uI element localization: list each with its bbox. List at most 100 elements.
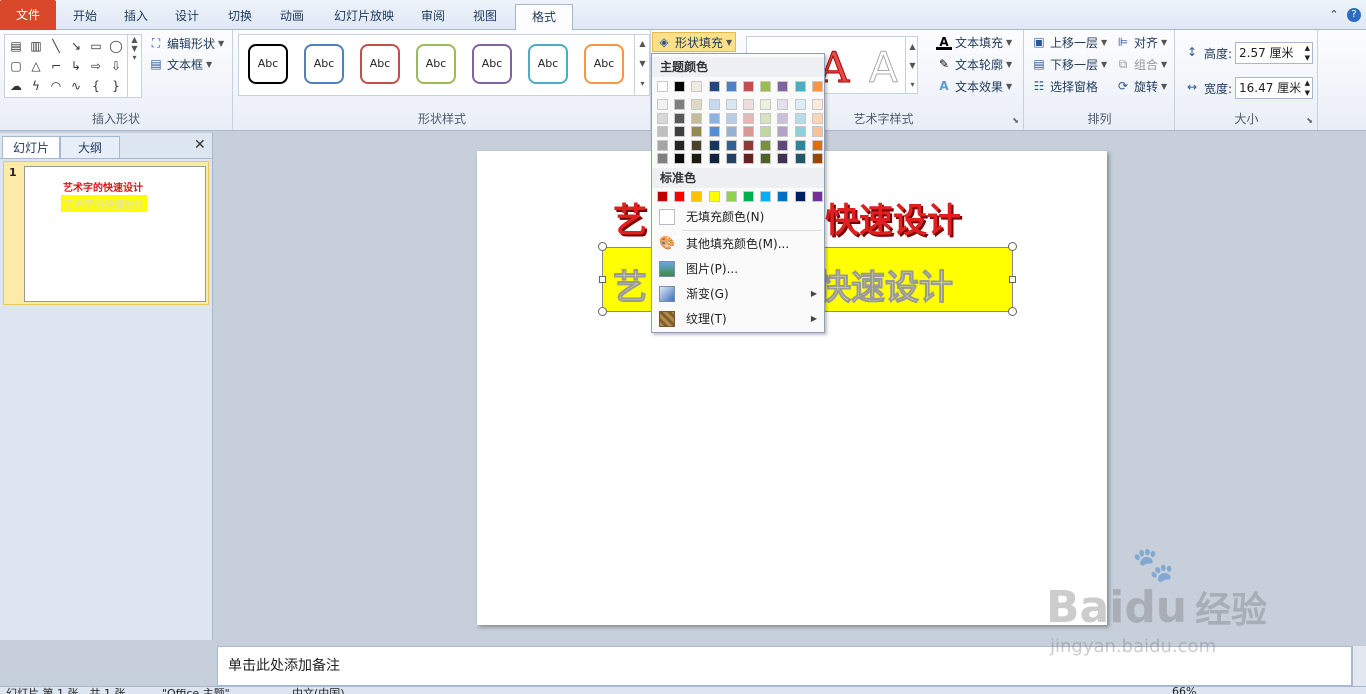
theme-color-swatch[interactable] <box>760 81 772 92</box>
standard-color-swatch[interactable] <box>794 191 806 202</box>
shape-style-blue[interactable]: Abc <box>304 44 344 84</box>
resize-handle-bl[interactable] <box>598 307 607 316</box>
shape-style-aqua[interactable]: Abc <box>528 44 568 84</box>
wordart-gallery-scroll[interactable]: ▲ ▼ ▾ <box>905 37 919 93</box>
theme-color-swatch[interactable] <box>725 81 737 92</box>
tab-home[interactable]: 开始 <box>62 4 108 30</box>
align-button[interactable]: ⊫ 对齐 ▼ <box>1115 32 1167 52</box>
theme-shade-swatch[interactable] <box>743 112 754 124</box>
elbow-arrow-shape-icon[interactable]: ↳ <box>67 57 85 75</box>
no-fill-item[interactable]: 无填充颜色(N) <box>653 205 823 229</box>
theme-shade-swatch[interactable] <box>674 126 686 137</box>
picture-fill-item[interactable]: 图片(P)... <box>653 257 823 281</box>
down-arrow-shape-icon[interactable]: ⇩ <box>107 57 125 75</box>
text-effects-button[interactable]: A 文本效果 ▼ <box>936 76 1012 96</box>
theme-shade-swatch[interactable] <box>743 126 754 137</box>
theme-shade-swatch[interactable] <box>794 153 806 164</box>
minimize-ribbon-icon[interactable]: ⌃ <box>1327 8 1341 22</box>
textbox-shape-icon[interactable]: ▤ <box>7 37 25 55</box>
status-zoom[interactable]: 66% <box>1172 687 1196 694</box>
status-language[interactable]: 中文(中国) <box>292 687 345 694</box>
theme-shade-swatch[interactable] <box>725 99 737 110</box>
theme-shade-swatch[interactable] <box>708 126 720 137</box>
theme-shade-swatch[interactable] <box>691 126 703 137</box>
theme-shade-swatch[interactable] <box>725 153 737 164</box>
theme-shade-swatch[interactable] <box>657 126 668 137</box>
theme-shade-swatch[interactable] <box>760 112 772 124</box>
standard-color-swatch[interactable] <box>691 191 703 202</box>
theme-shade-swatch[interactable] <box>743 153 754 164</box>
theme-shade-swatch[interactable] <box>691 153 703 164</box>
theme-shade-swatch[interactable] <box>708 112 720 124</box>
rectangle-shape-icon[interactable]: ▭ <box>87 37 105 55</box>
theme-shade-swatch[interactable] <box>794 99 806 110</box>
standard-color-swatch[interactable] <box>811 191 823 202</box>
slide-title-left[interactable]: 艺 <box>613 193 647 242</box>
theme-shade-swatch[interactable] <box>657 139 668 151</box>
right-arrow-shape-icon[interactable]: ⇨ <box>87 57 105 75</box>
theme-shade-swatch[interactable] <box>657 153 668 164</box>
text-fill-button[interactable]: A 文本填充 ▼ <box>936 32 1012 52</box>
tab-design[interactable]: 设计 <box>164 4 210 30</box>
tab-outline[interactable]: 大纲 <box>60 136 120 158</box>
shapes-gallery-scroll[interactable]: ▲ ▼ ▾ <box>127 35 141 97</box>
tab-review[interactable]: 审阅 <box>410 4 456 30</box>
standard-color-swatch[interactable] <box>725 191 737 202</box>
theme-shade-swatch[interactable] <box>794 126 806 137</box>
shape-style-orange[interactable]: Abc <box>584 44 624 84</box>
theme-shade-swatch[interactable] <box>743 139 754 151</box>
standard-color-swatch[interactable] <box>760 191 772 202</box>
theme-shade-swatch[interactable] <box>777 153 789 164</box>
curve-shape-icon[interactable]: ∿ <box>67 77 85 95</box>
rotate-button[interactable]: ⟳ 旋转 ▼ <box>1115 76 1167 96</box>
resize-handle-r[interactable] <box>1009 276 1016 283</box>
theme-shade-swatch[interactable] <box>743 99 754 110</box>
resize-handle-tr[interactable] <box>1008 242 1017 251</box>
group-button[interactable]: ⧉ 组合 ▼ <box>1115 54 1167 74</box>
shape-styles-scroll[interactable]: ▲ ▼ ▾ <box>634 34 650 96</box>
theme-shade-swatch[interactable] <box>777 99 789 110</box>
theme-shade-swatch[interactable] <box>760 99 772 110</box>
theme-shade-swatch[interactable] <box>708 99 720 110</box>
wordart-style-outline[interactable]: A <box>869 43 899 93</box>
theme-shade-swatch[interactable] <box>674 99 686 110</box>
resize-handle-l[interactable] <box>599 276 606 283</box>
lightning-shape-icon[interactable]: ϟ <box>27 77 45 95</box>
theme-shade-swatch[interactable] <box>674 153 686 164</box>
theme-shade-swatch[interactable] <box>725 139 737 151</box>
textbox-text-right[interactable]: 快速设计 <box>817 260 954 309</box>
line-shape-icon[interactable]: ╲ <box>47 37 65 55</box>
tab-insert[interactable]: 插入 <box>113 4 159 30</box>
theme-shade-swatch[interactable] <box>760 139 772 151</box>
theme-shade-swatch[interactable] <box>760 126 772 137</box>
close-icon[interactable]: ✕ <box>194 137 206 153</box>
theme-shade-swatch[interactable] <box>794 139 806 151</box>
theme-color-swatch[interactable] <box>811 81 823 92</box>
standard-color-swatch[interactable] <box>657 191 668 202</box>
bring-forward-button[interactable]: ▣ 上移一层 ▼ <box>1031 32 1107 52</box>
shape-fill-button[interactable]: ◈ 形状填充 ▼ <box>652 32 737 52</box>
theme-shade-swatch[interactable] <box>691 139 703 151</box>
theme-shade-swatch[interactable] <box>811 139 823 151</box>
freeform-shape-icon[interactable]: ☁ <box>7 77 25 95</box>
theme-shade-swatch[interactable] <box>811 153 823 164</box>
tab-view[interactable]: 视图 <box>462 4 508 30</box>
theme-color-swatch[interactable] <box>657 81 668 92</box>
right-brace-shape-icon[interactable]: } <box>107 77 125 95</box>
selection-pane-button[interactable]: ☷ 选择窗格 <box>1031 76 1098 96</box>
width-input[interactable]: 16.47 厘米 ▲ ▼ <box>1235 77 1313 99</box>
textbox-text-left[interactable]: 艺 <box>613 260 648 309</box>
theme-shade-swatch[interactable] <box>777 139 789 151</box>
more-fill-colors-item[interactable]: 🎨 其他填充颜色(M)... <box>653 232 823 256</box>
theme-shade-swatch[interactable] <box>725 112 737 124</box>
help-icon[interactable]: ? <box>1347 8 1361 22</box>
resize-handle-br[interactable] <box>1008 307 1017 316</box>
theme-color-swatch[interactable] <box>691 81 703 92</box>
shape-style-black[interactable]: Abc <box>248 44 288 84</box>
standard-color-swatch[interactable] <box>777 191 789 202</box>
theme-color-swatch[interactable] <box>708 81 720 92</box>
theme-shade-swatch[interactable] <box>811 99 823 110</box>
left-brace-shape-icon[interactable]: { <box>87 77 105 95</box>
resize-handle-tl[interactable] <box>598 242 607 251</box>
notes-scrollbar[interactable] <box>1352 646 1366 686</box>
